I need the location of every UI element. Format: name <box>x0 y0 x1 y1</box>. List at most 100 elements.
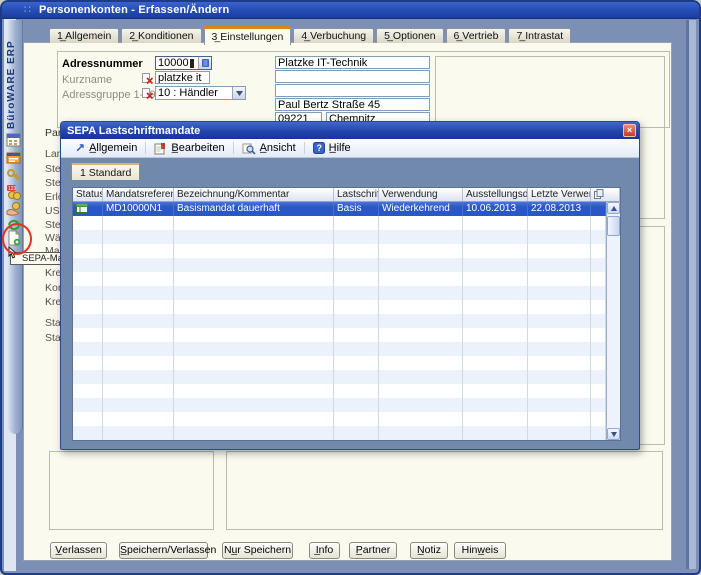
column-header-lastschriftart[interactable]: Lastschriftart <box>334 188 379 201</box>
name1-input[interactable]: Platzke IT-Technik <box>275 56 430 69</box>
speichern-verlassen-button[interactable]: S̲peichern/Verlassen <box>119 542 208 559</box>
view-icon <box>242 142 256 155</box>
verlassen-button[interactable]: V̲erlassen <box>50 542 107 559</box>
table-row[interactable] <box>73 230 606 244</box>
kurzname-clear-icon[interactable] <box>142 72 154 84</box>
tab-standard[interactable]: 1 Standard <box>71 163 140 180</box>
adressnummer-input[interactable]: 10000 <box>155 56 212 70</box>
adressnummer-lookup-button[interactable] <box>198 57 211 69</box>
tab-konditionen[interactable]: 2̲ Konditionen <box>121 28 201 43</box>
payment-hand-icon[interactable] <box>6 201 23 217</box>
name3-input[interactable] <box>275 84 430 97</box>
frame-right-edge <box>686 20 689 569</box>
mandate-active-icon <box>76 203 88 214</box>
arrow-up-icon <box>611 206 617 211</box>
table-row[interactable] <box>73 426 606 440</box>
table-row[interactable] <box>73 412 606 426</box>
scrollbar-down-button[interactable] <box>607 428 620 440</box>
calculator-icon[interactable] <box>6 132 23 148</box>
form-label-fragment: Ste <box>45 177 61 189</box>
column-header-ausstellungsdatum[interactable]: Ausstellungsdatum <box>463 188 528 201</box>
help-icon: ? <box>313 142 325 154</box>
table-row-selected[interactable]: MD10000N1 Basismandat dauerhaft Basis Wi… <box>73 202 606 216</box>
tab-vertrieb[interactable]: 6̲ Vertrieb <box>446 28 507 43</box>
tab-allgemein[interactable]: 1̲ Allgemein <box>49 28 119 43</box>
nur-speichern-button[interactable]: Nu̲r Speichern <box>222 542 293 559</box>
menu-item-hilfe[interactable]: ? H̲ilfe <box>305 139 359 157</box>
chevron-down-icon <box>236 91 243 96</box>
column-header-icon[interactable] <box>591 188 620 201</box>
tab-intrastat[interactable]: 7̲ Intrastat <box>508 28 571 43</box>
column-header-letzte-verwendung[interactable]: Letzte Verwendung <box>528 188 591 201</box>
column-header-bezeichnung[interactable]: Bezeichnung/Kommentar <box>174 188 334 201</box>
dialog-title: SEPA Lastschriftmandate <box>67 125 200 137</box>
adressgruppe-dropdown-button[interactable] <box>232 87 245 99</box>
dialog-titlebar[interactable]: SEPA Lastschriftmandate × <box>61 122 639 139</box>
info-button[interactable]: I̲nfo <box>309 542 340 559</box>
brand-vertical-label: BüroWARE ERP <box>6 22 22 148</box>
column-header-verwendung[interactable]: Verwendung <box>379 188 463 201</box>
arrow-ne-icon: ↗ <box>75 143 85 153</box>
table-row[interactable] <box>73 286 606 300</box>
scrollbar-thumb[interactable] <box>607 216 620 236</box>
form-label-fragment: Sta <box>45 332 61 344</box>
tab-optionen[interactable]: 5̲ Optionen <box>376 28 443 43</box>
adressgruppe-clear-icon[interactable] <box>142 87 154 99</box>
adressnummer-label: Adressnummer <box>62 58 143 70</box>
form-label-fragment: Wä <box>45 232 61 244</box>
table-row[interactable] <box>73 384 606 398</box>
table-row[interactable] <box>73 356 606 370</box>
table-row[interactable] <box>73 342 606 356</box>
currency-icon[interactable]: 123 <box>6 184 23 200</box>
partner-button[interactable]: P̲artner <box>349 542 397 559</box>
table-row[interactable] <box>73 216 606 230</box>
main-tabbar: 1̲ Allgemein 2̲ Konditionen 3̲ Einstellu… <box>49 26 571 43</box>
table-header-row: Status Mandatsreferenz Bezeichnung/Komme… <box>73 188 620 202</box>
table-row[interactable] <box>73 398 606 412</box>
column-header-status[interactable]: Status <box>73 188 103 201</box>
name2-input[interactable] <box>275 70 430 83</box>
lookup-book-icon <box>201 58 210 68</box>
bottom-right-groupbox <box>226 451 663 530</box>
menu-item-bearbeiten[interactable]: B̲earbeiten <box>146 139 232 157</box>
table-row[interactable] <box>73 328 606 342</box>
arrow-down-icon <box>611 432 617 437</box>
text-caret <box>190 59 194 68</box>
street-input[interactable]: Paul Bertz Straße 45 <box>275 98 430 111</box>
frame-right-strip <box>689 20 696 569</box>
menu-item-ansicht[interactable]: A̲nsicht <box>234 139 304 157</box>
key-icon[interactable] <box>6 167 23 183</box>
form-label-fragment: Kre <box>45 267 61 279</box>
menu-item-allgemein[interactable]: ↗ A̲llgemein <box>67 139 145 157</box>
svg-text:?: ? <box>316 143 322 153</box>
table-row[interactable] <box>73 370 606 384</box>
adressgruppe-select[interactable]: 10 : Händler <box>155 86 246 100</box>
mandate-table: Status Mandatsreferenz Bezeichnung/Komme… <box>72 187 621 441</box>
window-titlebar[interactable]: ∷ Personenkonten - Erfassen/Ändern <box>2 2 699 19</box>
scrollbar-up-button[interactable] <box>607 202 620 214</box>
sepa-dialog: SEPA Lastschriftmandate × ↗ A̲llgemein B… <box>60 121 640 450</box>
status-cell <box>73 202 103 216</box>
kurzname-input[interactable]: platzke it <box>155 71 210 84</box>
column-header-mandatsreferenz[interactable]: Mandatsreferenz <box>103 188 174 201</box>
form-icon[interactable] <box>6 150 23 166</box>
form-label-fragment: Ste <box>45 163 61 175</box>
table-row[interactable] <box>73 314 606 328</box>
close-button[interactable]: × <box>623 124 636 137</box>
notiz-button[interactable]: N̲otiz <box>410 542 448 559</box>
hinweis-button[interactable]: Hinw̲eis <box>454 542 506 559</box>
window-grip-icon: ∷ <box>24 5 31 15</box>
form-label-fragment: Ste <box>45 219 61 231</box>
highlight-ellipse <box>2 223 32 255</box>
table-row[interactable] <box>73 300 606 314</box>
tab-verbuchung[interactable]: 4̲ Verbuchung <box>293 28 374 43</box>
vertical-scrollbar[interactable] <box>606 202 620 440</box>
kurzname-label: Kurzname <box>62 74 112 86</box>
table-row[interactable] <box>73 272 606 286</box>
form-label-fragment: Sta <box>45 317 61 329</box>
tab-einstellungen[interactable]: 3̲ Einstellungen <box>204 26 292 45</box>
copy-icon <box>594 189 604 199</box>
app-window: ∷ Personenkonten - Erfassen/Ändern BüroW… <box>0 0 701 575</box>
table-row[interactable] <box>73 258 606 272</box>
table-row[interactable] <box>73 244 606 258</box>
